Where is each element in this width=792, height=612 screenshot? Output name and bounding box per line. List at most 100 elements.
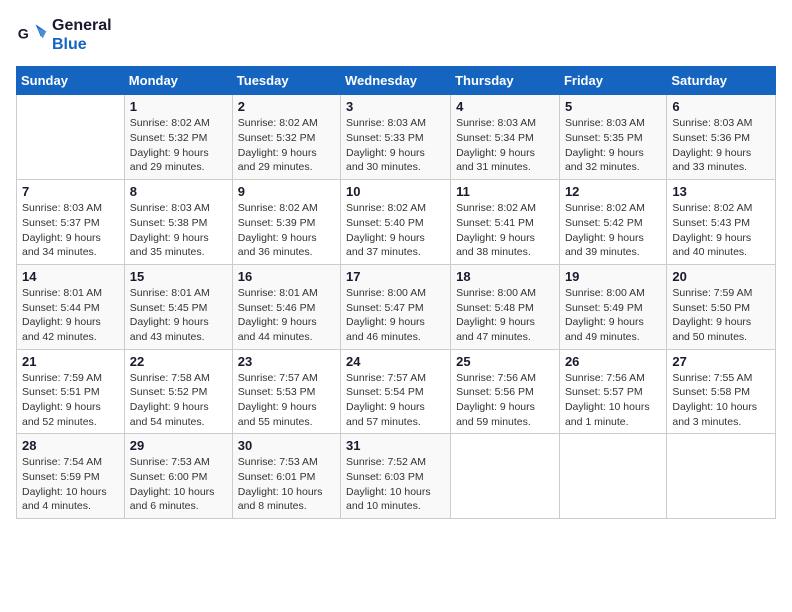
calendar-cell: [17, 95, 125, 180]
calendar-cell: [559, 434, 666, 519]
calendar-cell: 26Sunrise: 7:56 AM Sunset: 5:57 PM Dayli…: [559, 349, 666, 434]
day-info: Sunrise: 8:02 AM Sunset: 5:42 PM Dayligh…: [565, 201, 661, 260]
svg-text:G: G: [18, 27, 29, 43]
calendar-cell: 24 Sunrise: 7:57 AM Sunset: 5:54 PM Dayli…: [341, 349, 451, 434]
calendar-body: 1 Sunrise: 8:02 AM Sunset: 5:32 PM Daylig…: [17, 95, 776, 519]
calendar-header-cell: Monday: [124, 67, 232, 95]
day-number: 9: [238, 184, 335, 199]
calendar-week-row: 28 Sunrise: 7:54 AM Sunset: 5:59 PM Dayli…: [17, 434, 776, 519]
calendar-week-row: 21 Sunrise: 7:59 AM Sunset: 5:51 PM Dayli…: [17, 349, 776, 434]
calendar-cell: 30 Sunrise: 7:53 AM Sunset: 6:01 PM Dayli…: [232, 434, 340, 519]
day-number: 14: [22, 269, 119, 284]
day-info: Sunrise: 7:54 AM Sunset: 5:59 PM Dayligh…: [22, 455, 119, 514]
day-info: Sunrise: 7:53 AM Sunset: 6:00 PM Dayligh…: [130, 455, 227, 514]
day-info: Sunrise: 8:02 AM Sunset: 5:39 PM Dayligh…: [238, 201, 335, 260]
calendar-cell: 5 Sunrise: 8:03 AM Sunset: 5:35 PM Daylig…: [559, 95, 666, 180]
day-number: 6: [672, 99, 770, 114]
day-number: 22: [130, 354, 227, 369]
day-info: Sunrise: 8:03 AM Sunset: 5:33 PM Dayligh…: [346, 116, 445, 175]
day-info: Sunrise: 8:03 AM Sunset: 5:36 PM Dayligh…: [672, 116, 770, 175]
day-info: Sunrise: 7:55 AM Sunset: 5:58 PM Dayligh…: [672, 371, 770, 430]
day-info: Sunrise: 8:03 AM Sunset: 5:34 PM Dayligh…: [456, 116, 554, 175]
day-number: 12: [565, 184, 661, 199]
day-number: 23: [238, 354, 335, 369]
calendar-cell: 31 Sunrise: 7:52 AM Sunset: 6:03 PM Dayli…: [341, 434, 451, 519]
day-info: Sunrise: 8:02 AM Sunset: 5:43 PM Dayligh…: [672, 201, 770, 260]
day-number: 19: [565, 269, 661, 284]
day-info: Sunrise: 8:02 AM Sunset: 5:41 PM Dayligh…: [456, 201, 554, 260]
day-number: 24: [346, 354, 445, 369]
day-info: Sunrise: 8:01 AM Sunset: 5:46 PM Dayligh…: [238, 286, 335, 345]
calendar-cell: 1 Sunrise: 8:02 AM Sunset: 5:32 PM Daylig…: [124, 95, 232, 180]
day-number: 29: [130, 438, 227, 453]
day-number: 18: [456, 269, 554, 284]
day-info: Sunrise: 7:59 AM Sunset: 5:50 PM Dayligh…: [672, 286, 770, 345]
logo-icon: G: [16, 19, 48, 51]
page-header: G General Blue: [16, 16, 776, 54]
logo-text: General Blue: [52, 16, 112, 54]
day-info: Sunrise: 8:00 AM Sunset: 5:48 PM Dayligh…: [456, 286, 554, 345]
day-info: Sunrise: 8:03 AM Sunset: 5:38 PM Dayligh…: [130, 201, 227, 260]
day-number: 30: [238, 438, 335, 453]
calendar-cell: 3 Sunrise: 8:03 AM Sunset: 5:33 PM Daylig…: [341, 95, 451, 180]
day-number: 25: [456, 354, 554, 369]
calendar-cell: [667, 434, 776, 519]
calendar-cell: 29 Sunrise: 7:53 AM Sunset: 6:00 PM Dayli…: [124, 434, 232, 519]
day-info: Sunrise: 7:58 AM Sunset: 5:52 PM Dayligh…: [130, 371, 227, 430]
day-info: Sunrise: 8:03 AM Sunset: 5:35 PM Dayligh…: [565, 116, 661, 175]
day-number: 20: [672, 269, 770, 284]
calendar-cell: 10Sunrise: 8:02 AM Sunset: 5:40 PM Dayli…: [341, 180, 451, 265]
day-number: 26: [565, 354, 661, 369]
day-number: 16: [238, 269, 335, 284]
calendar-header-cell: Friday: [559, 67, 666, 95]
day-info: Sunrise: 8:03 AM Sunset: 5:37 PM Dayligh…: [22, 201, 119, 260]
calendar-week-row: 14 Sunrise: 8:01 AM Sunset: 5:44 PM Dayli…: [17, 264, 776, 349]
day-info: Sunrise: 7:57 AM Sunset: 5:53 PM Dayligh…: [238, 371, 335, 430]
day-number: 21: [22, 354, 119, 369]
day-number: 3: [346, 99, 445, 114]
day-number: 27: [672, 354, 770, 369]
calendar-table: SundayMondayTuesdayWednesdayThursdayFrid…: [16, 66, 776, 519]
day-number: 1: [130, 99, 227, 114]
day-info: Sunrise: 7:53 AM Sunset: 6:01 PM Dayligh…: [238, 455, 335, 514]
day-info: Sunrise: 7:52 AM Sunset: 6:03 PM Dayligh…: [346, 455, 445, 514]
calendar-week-row: 1 Sunrise: 8:02 AM Sunset: 5:32 PM Daylig…: [17, 95, 776, 180]
calendar-week-row: 7 Sunrise: 8:03 AM Sunset: 5:37 PM Daylig…: [17, 180, 776, 265]
day-info: Sunrise: 8:01 AM Sunset: 5:44 PM Dayligh…: [22, 286, 119, 345]
logo: G General Blue: [16, 16, 112, 54]
day-number: 31: [346, 438, 445, 453]
day-number: 2: [238, 99, 335, 114]
day-info: Sunrise: 7:57 AM Sunset: 5:54 PM Dayligh…: [346, 371, 445, 430]
calendar-cell: 4 Sunrise: 8:03 AM Sunset: 5:34 PM Daylig…: [451, 95, 560, 180]
day-info: Sunrise: 8:02 AM Sunset: 5:32 PM Dayligh…: [130, 116, 227, 175]
day-number: 28: [22, 438, 119, 453]
day-info: Sunrise: 8:00 AM Sunset: 5:47 PM Dayligh…: [346, 286, 445, 345]
day-info: Sunrise: 7:59 AM Sunset: 5:51 PM Dayligh…: [22, 371, 119, 430]
calendar-header-cell: Saturday: [667, 67, 776, 95]
calendar-cell: 9 Sunrise: 8:02 AM Sunset: 5:39 PM Daylig…: [232, 180, 340, 265]
calendar-cell: 27 Sunrise: 7:55 AM Sunset: 5:58 PM Dayli…: [667, 349, 776, 434]
calendar-cell: 21 Sunrise: 7:59 AM Sunset: 5:51 PM Dayli…: [17, 349, 125, 434]
calendar-cell: [451, 434, 560, 519]
calendar-cell: 8Sunrise: 8:03 AM Sunset: 5:38 PM Daylig…: [124, 180, 232, 265]
day-info: Sunrise: 8:02 AM Sunset: 5:40 PM Dayligh…: [346, 201, 445, 260]
calendar-cell: 15Sunrise: 8:01 AM Sunset: 5:45 PM Dayli…: [124, 264, 232, 349]
calendar-cell: 12 Sunrise: 8:02 AM Sunset: 5:42 PM Dayli…: [559, 180, 666, 265]
calendar-cell: 22 Sunrise: 7:58 AM Sunset: 5:52 PM Dayli…: [124, 349, 232, 434]
day-number: 7: [22, 184, 119, 199]
calendar-cell: 13 Sunrise: 8:02 AM Sunset: 5:43 PM Dayli…: [667, 180, 776, 265]
day-info: Sunrise: 7:56 AM Sunset: 5:56 PM Dayligh…: [456, 371, 554, 430]
day-number: 13: [672, 184, 770, 199]
calendar-cell: 28 Sunrise: 7:54 AM Sunset: 5:59 PM Dayli…: [17, 434, 125, 519]
calendar-header-cell: Tuesday: [232, 67, 340, 95]
calendar-cell: 25 Sunrise: 7:56 AM Sunset: 5:56 PM Dayli…: [451, 349, 560, 434]
calendar-cell: 11 Sunrise: 8:02 AM Sunset: 5:41 PM Dayli…: [451, 180, 560, 265]
calendar-cell: 23 Sunrise: 7:57 AM Sunset: 5:53 PM Dayli…: [232, 349, 340, 434]
calendar-header-cell: Sunday: [17, 67, 125, 95]
day-number: 4: [456, 99, 554, 114]
day-number: 5: [565, 99, 661, 114]
day-info: Sunrise: 8:02 AM Sunset: 5:32 PM Dayligh…: [238, 116, 335, 175]
day-number: 11: [456, 184, 554, 199]
day-info: Sunrise: 8:00 AM Sunset: 5:49 PM Dayligh…: [565, 286, 661, 345]
calendar-header-cell: Wednesday: [341, 67, 451, 95]
